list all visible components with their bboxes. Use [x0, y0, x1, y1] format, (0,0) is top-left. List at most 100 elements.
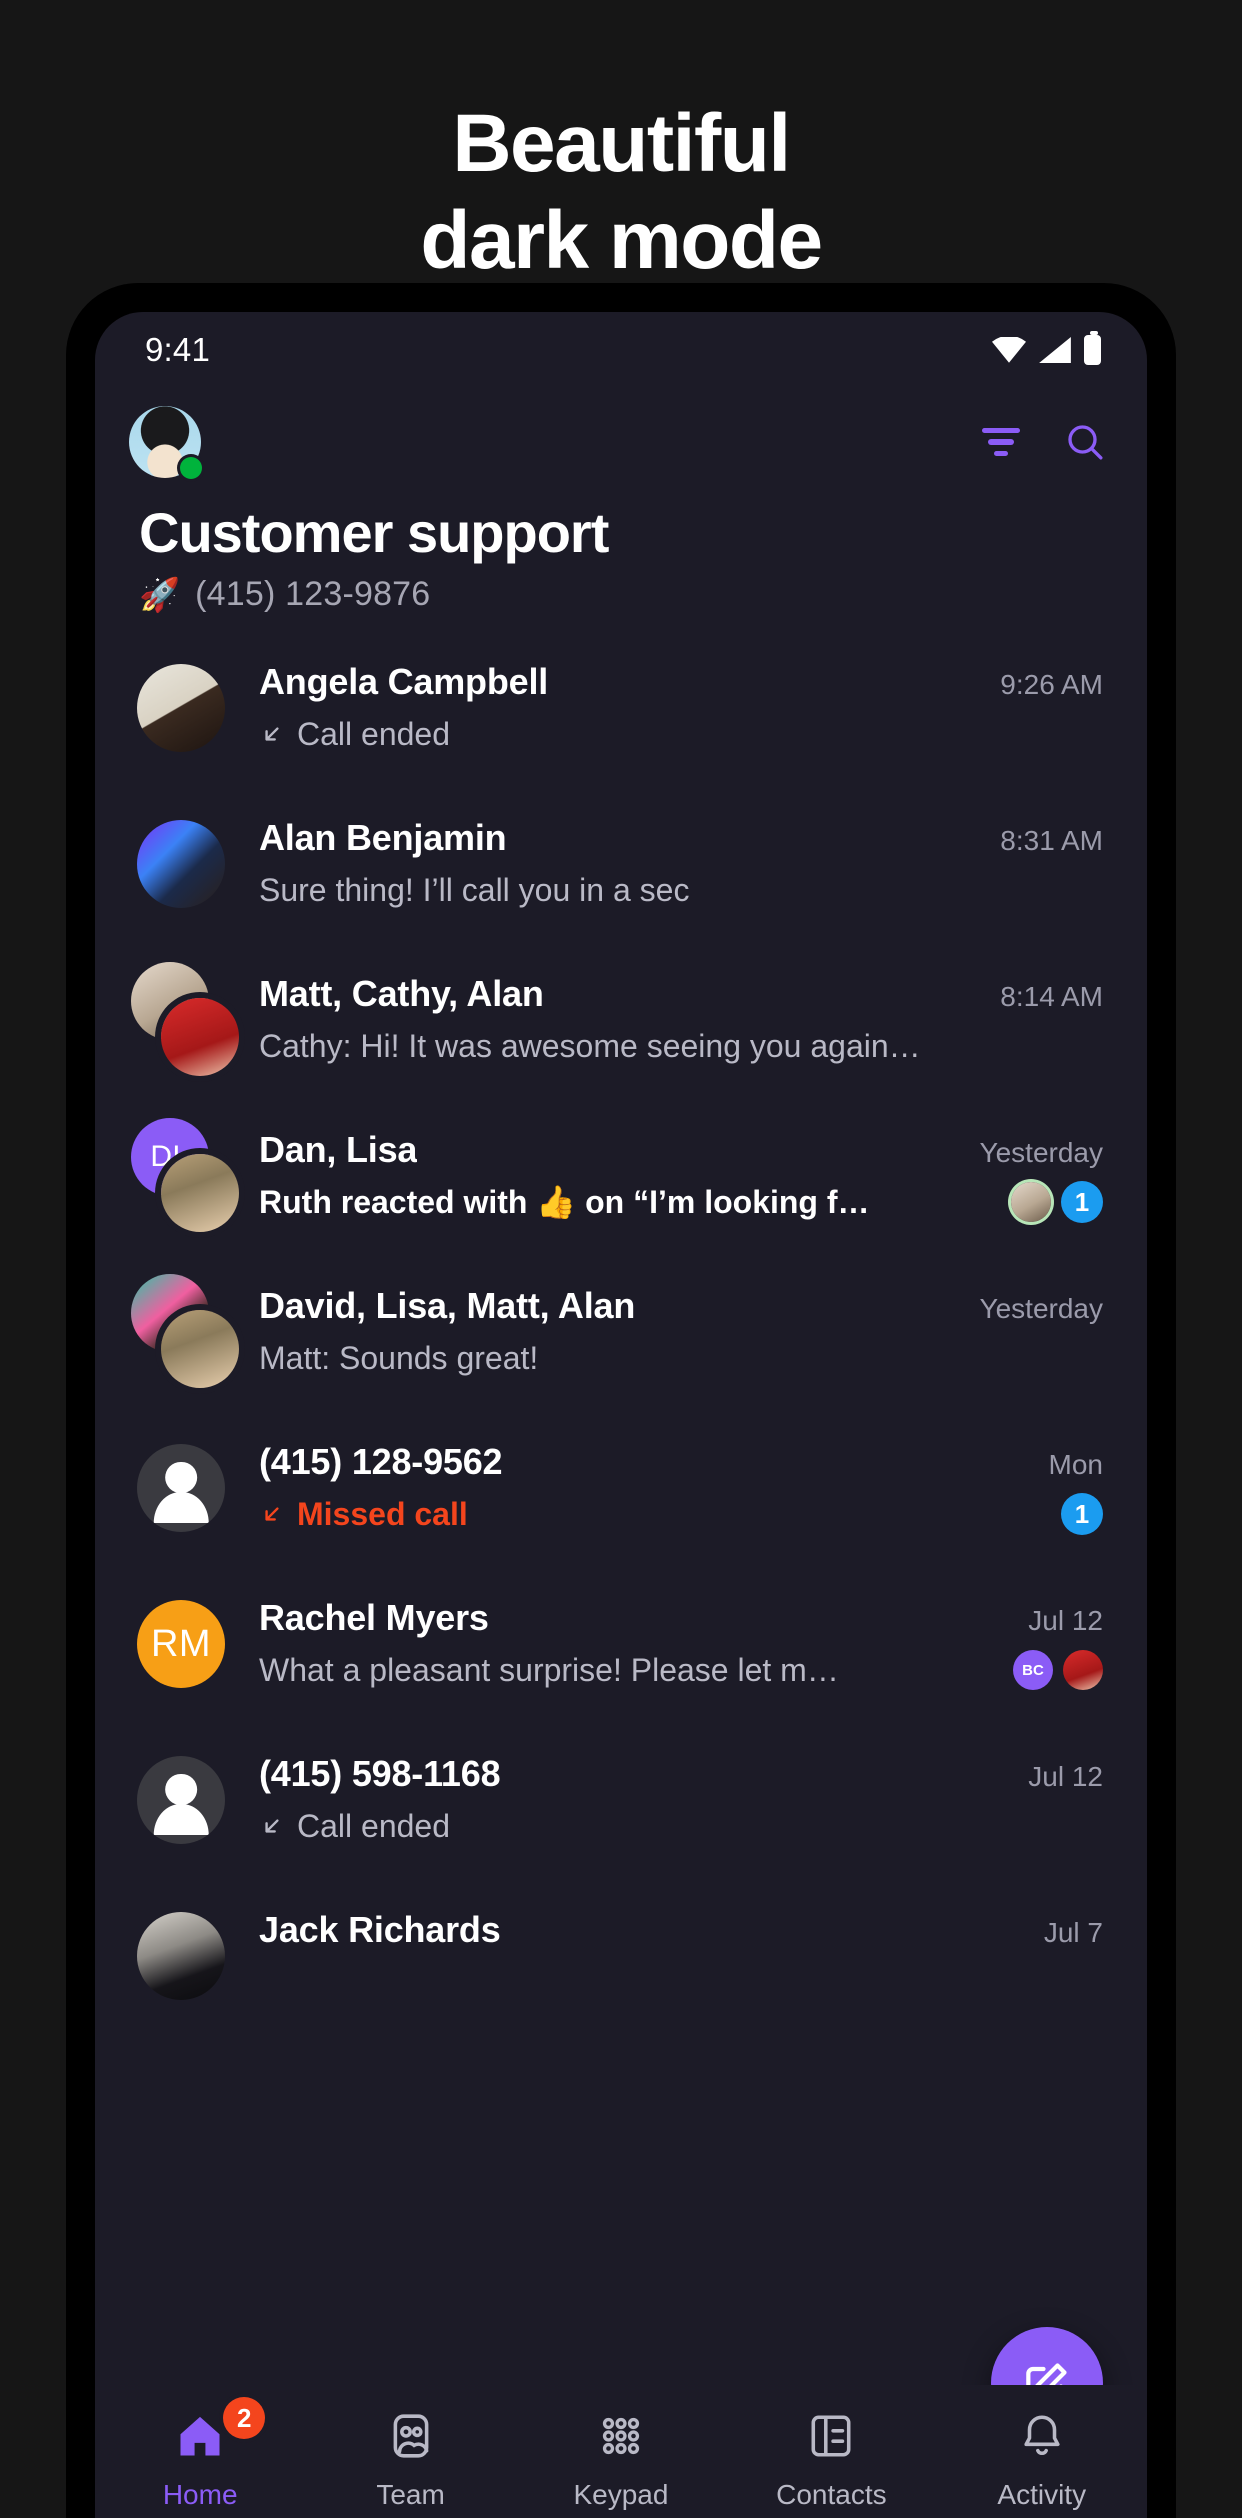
conversation-row[interactable]: DL Dan, Lisa Yesterday Ruth reacted with 👍 … — [95, 1098, 1147, 1254]
nav-item-home[interactable]: 2 Home — [110, 2397, 290, 2511]
home-icon — [180, 2416, 220, 2456]
bottom-navigation[interactable]: 2 Home Team Keypad Contacts Activity — [95, 2385, 1147, 2518]
call-arrow-icon — [265, 1819, 279, 1833]
page-title-block: Customer support 🚀 (415) 123-9876 — [95, 501, 1147, 614]
conversation-header: Jack Richards Jul 7 — [259, 1909, 1103, 1951]
avatar[interactable]: DL — [131, 1118, 239, 1234]
battery-icon — [1084, 331, 1101, 365]
conversation-footer: Ruth reacted with 👍 on “I’m looking f… 1 — [259, 1181, 1103, 1223]
avatar[interactable]: RM — [131, 1586, 239, 1702]
contacts-icon — [802, 2407, 860, 2465]
conversation-preview: What a pleasant surprise! Please let m… — [259, 1652, 839, 1689]
conversation-footer: Sure thing! I’ll call you in a sec — [259, 869, 1103, 911]
conversation-preview: Call ended — [259, 1808, 450, 1845]
conversation-name: Jack Richards — [259, 1909, 501, 1950]
conversation-preview-text: Call ended — [297, 1807, 450, 1844]
contact-avatar — [137, 820, 225, 908]
conversation-timestamp: Yesterday — [979, 1293, 1104, 1324]
conversation-body: Jack Richards Jul 7 — [239, 1909, 1103, 2003]
conversation-name: Rachel Myers — [259, 1597, 489, 1638]
call-arrow-icon — [265, 727, 279, 741]
online-status-dot — [180, 457, 202, 479]
conversation-row[interactable]: RM Rachel Myers Jul 12 What a pleasant surp… — [95, 1566, 1147, 1722]
keypad-icon — [602, 2417, 640, 2455]
page-title: Customer support — [139, 501, 609, 564]
team-icon — [382, 2407, 440, 2465]
nav-item-contacts[interactable]: Contacts — [741, 2407, 921, 2511]
conversation-footer — [259, 1961, 1103, 2003]
conversation-row[interactable]: Alan Benjamin 8:31 AM Sure thing! I’ll cal… — [95, 786, 1147, 942]
conversation-row[interactable]: Angela Campbell 9:26 AM Call ended — [95, 630, 1147, 786]
reaction-avatar — [1011, 1182, 1051, 1222]
conversation-header: David, Lisa, Matt, Alan Yesterday — [259, 1285, 1103, 1327]
avatar[interactable] — [131, 806, 239, 922]
conversation-row[interactable]: Matt, Cathy, Alan 8:14 AM Cathy: Hi! It wa… — [95, 942, 1147, 1098]
conversation-preview: Sure thing! I’ll call you in a sec — [259, 872, 689, 909]
conversation-header: (415) 598-1168 Jul 12 — [259, 1753, 1103, 1795]
contact-avatar-placeholder — [137, 1444, 225, 1532]
conversation-preview-text: What a pleasant surprise! Please let m… — [259, 1651, 839, 1688]
phone-screen: 9:41 Customer support 🚀 (415) 123-9876 A… — [95, 312, 1147, 2518]
conversation-timestamp: 8:31 AM — [1000, 825, 1103, 856]
headline-line-1: Beautiful — [452, 98, 791, 189]
avatar[interactable] — [131, 962, 239, 1078]
bell-icon — [1013, 2407, 1071, 2465]
conversation-header: Rachel Myers Jul 12 — [259, 1597, 1103, 1639]
conversation-name: David, Lisa, Matt, Alan — [259, 1285, 636, 1326]
conversation-row[interactable]: (415) 598-1168 Jul 12 Call ended — [95, 1722, 1147, 1878]
conversation-list[interactable]: Angela Campbell 9:26 AM Call ended Alan Ben… — [95, 630, 1147, 2385]
conversation-footer: Call ended — [259, 713, 1103, 755]
team-icon — [393, 2414, 428, 2458]
conversation-preview-text: Matt: Sounds great! — [259, 1339, 539, 1376]
conversation-preview: Ruth reacted with 👍 on “I’m looking f… — [259, 1183, 870, 1221]
conversation-row[interactable]: Jack Richards Jul 7 — [95, 1878, 1147, 2034]
conversation-row[interactable]: David, Lisa, Matt, Alan Yesterday Matt: So… — [95, 1254, 1147, 1410]
person-icon — [137, 1756, 225, 1844]
reaction-initials: BC — [1022, 1661, 1044, 1679]
nav-item-team[interactable]: Team — [321, 2407, 501, 2511]
search-icon[interactable] — [1065, 422, 1105, 462]
contacts-icon — [811, 2415, 851, 2457]
conversation-footer: Matt: Sounds great! — [259, 1337, 1103, 1379]
unread-badge: 1 — [1061, 1493, 1103, 1535]
page-subtitle: 🚀 (415) 123-9876 — [139, 575, 1103, 614]
avatar[interactable] — [131, 1274, 239, 1390]
avatar[interactable] — [129, 406, 202, 479]
nav-item-activity[interactable]: Activity — [952, 2407, 1132, 2511]
conversation-preview-text: Missed call — [297, 1495, 468, 1532]
conversation-preview-text: Ruth reacted with 👍 on “I’m looking f… — [259, 1184, 870, 1220]
contact-avatar — [137, 664, 225, 752]
row-trailing: BC — [1013, 1650, 1103, 1690]
nav-badge: 2 — [223, 2397, 266, 2439]
avatar[interactable] — [131, 650, 239, 766]
filter-icon[interactable] — [982, 428, 1020, 456]
conversation-header: Matt, Cathy, Alan 8:14 AM — [259, 973, 1103, 1015]
nav-item-label: Activity — [997, 2479, 1087, 2510]
conversation-row[interactable]: (415) 128-9562 Mon Missed call 1 — [95, 1410, 1147, 1566]
keypad-icon — [592, 2407, 650, 2465]
conversation-body: Angela Campbell 9:26 AM Call ended — [239, 661, 1103, 755]
phone-number: (415) 123-9876 — [195, 574, 431, 613]
home-icon: 2 — [171, 2397, 266, 2465]
status-bar-time: 9:41 — [145, 331, 211, 368]
conversation-name: Angela Campbell — [259, 661, 549, 702]
conversation-header: Alan Benjamin 8:31 AM — [259, 817, 1103, 859]
conversation-preview-text: Sure thing! I’ll call you in a sec — [259, 871, 690, 908]
conversation-timestamp: Jul 7 — [1043, 1917, 1103, 1948]
avatar[interactable] — [131, 1742, 239, 1858]
reaction-avatar: BC — [1013, 1650, 1053, 1690]
conversation-body: (415) 598-1168 Jul 12 Call ended — [239, 1753, 1103, 1847]
conversation-body: Alan Benjamin 8:31 AM Sure thing! I’ll cal… — [239, 817, 1103, 911]
conversation-body: (415) 128-9562 Mon Missed call 1 — [239, 1441, 1103, 1535]
status-bar-icons — [992, 331, 1101, 365]
avatar[interactable] — [131, 1430, 239, 1546]
contact-avatar-initials: RM — [137, 1600, 225, 1688]
conversation-timestamp: 8:14 AM — [1000, 981, 1103, 1012]
conversation-name: Dan, Lisa — [259, 1129, 418, 1170]
contact-avatar — [137, 1912, 225, 2000]
conversation-footer: Cathy: Hi! It was awesome seeing you aga… — [259, 1025, 1103, 1067]
avatar[interactable] — [131, 1898, 239, 2014]
conversation-name: Alan Benjamin — [259, 817, 507, 858]
nav-item-keypad[interactable]: Keypad — [531, 2407, 711, 2511]
rocket-icon: 🚀 — [139, 575, 181, 613]
